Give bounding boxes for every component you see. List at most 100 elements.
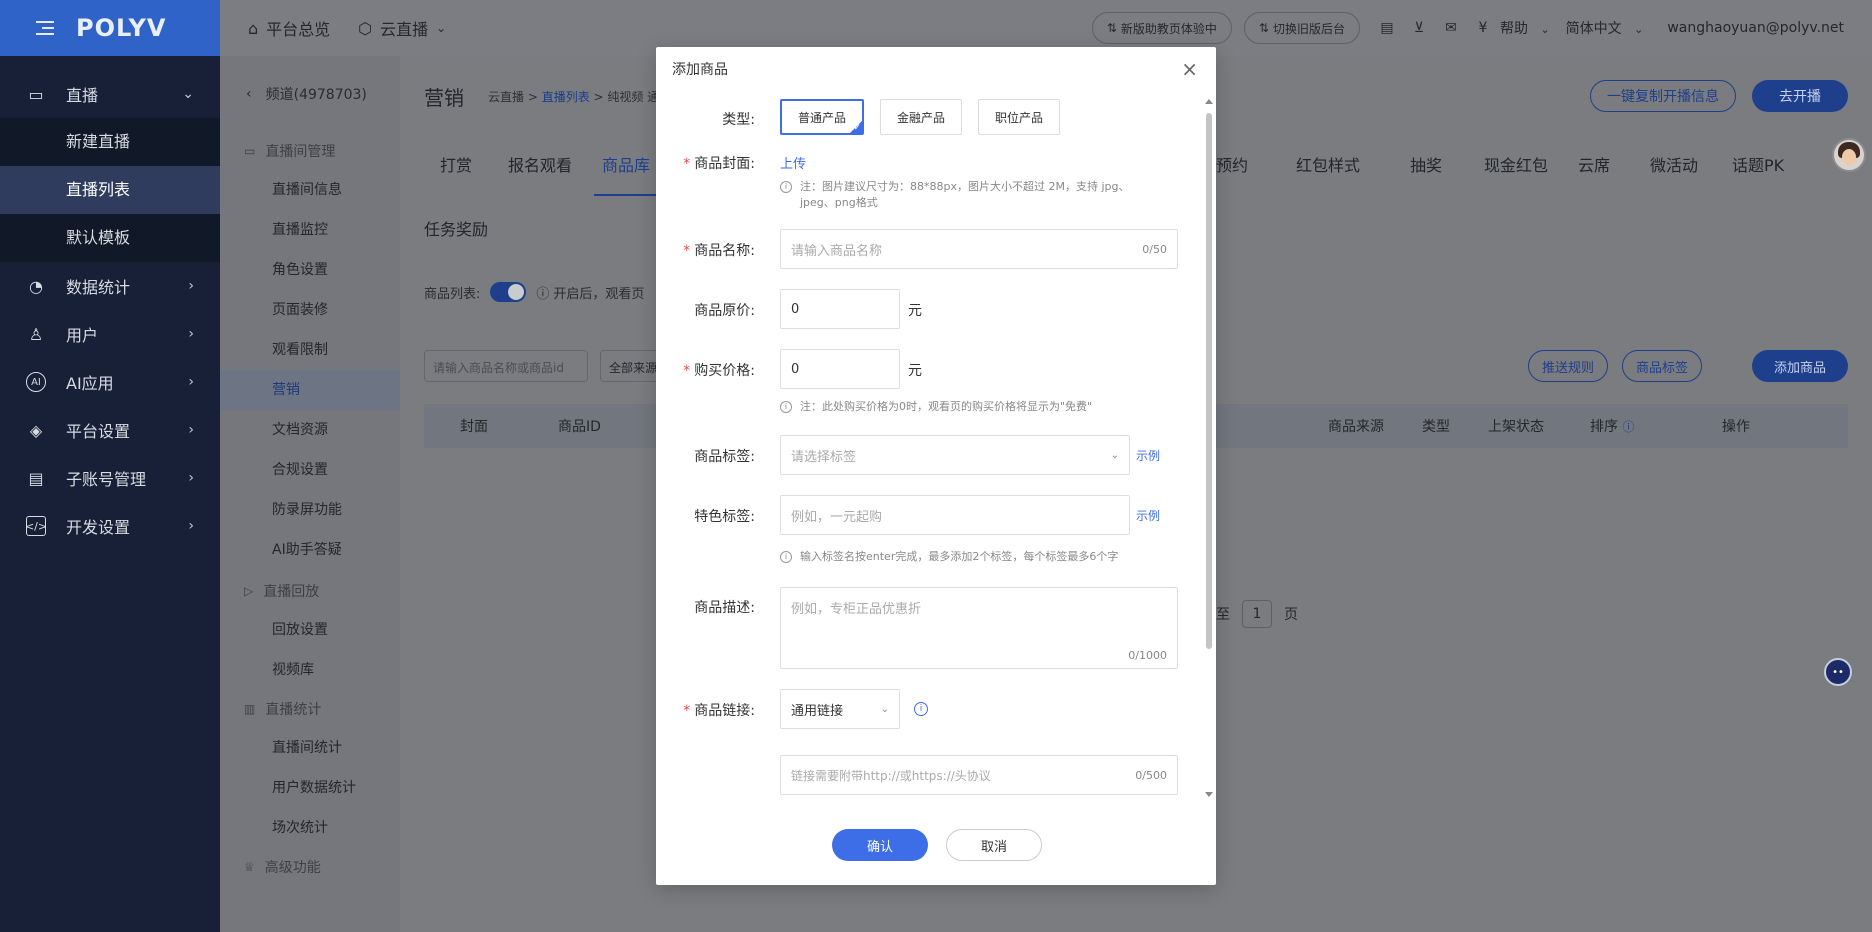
page-input[interactable]: 1 (1242, 600, 1272, 628)
breadcrumb-root[interactable]: 云直播 > (488, 90, 542, 104)
nav-live[interactable]: ▭ 直播 ⌄ (0, 70, 220, 118)
cloud-live-menu[interactable]: ⬡ 云直播 ⌄ (358, 16, 446, 40)
scroll-down-icon[interactable] (1205, 792, 1213, 797)
tab-micro-activity[interactable]: 微活动 (1650, 146, 1698, 196)
col-type: 类型 (1422, 419, 1450, 435)
breadcrumb-live-list[interactable]: 直播列表 (542, 90, 590, 104)
ss-item-playback-settings[interactable]: 回放设置 (220, 610, 400, 650)
goods-search-input[interactable]: 请输入商品名称或商品id (424, 350, 588, 382)
channel-back[interactable]: ‹ 频道(4978703) (220, 56, 400, 132)
scroll-up-icon[interactable] (1205, 99, 1213, 104)
tab-goods[interactable]: 商品库 (594, 146, 659, 196)
nav-sub-live-list[interactable]: 直播列表 (0, 166, 220, 214)
original-price-input[interactable]: 0 (780, 289, 900, 329)
ss-item-documents[interactable]: 文档资源 (220, 410, 400, 450)
modal-scrollbar[interactable] (1204, 99, 1214, 797)
goods-tag-button[interactable]: 商品标签 (1622, 350, 1702, 382)
chevron-right-icon: › (188, 278, 194, 294)
upload-link[interactable]: 上传 (780, 153, 806, 172)
nav-subaccounts[interactable]: ▤ 子账号管理 › (0, 454, 220, 502)
brand-logo[interactable]: POLYV (76, 14, 167, 42)
link-type-select[interactable]: 通用链接 ⌄ (780, 689, 900, 729)
nav-sub-new-live[interactable]: 新建直播 (0, 118, 220, 166)
ss-item-monitor[interactable]: 直播监控 (220, 210, 400, 250)
ss-item-restriction[interactable]: 观看限制 (220, 330, 400, 370)
close-icon[interactable]: × (1181, 57, 1198, 81)
nav-users[interactable]: ♙ 用户 › (0, 310, 220, 358)
source-select[interactable]: 全部来源 (600, 350, 660, 382)
ss-item-ai-assistant[interactable]: AI助手答疑 (220, 530, 400, 570)
ss-item-room-stats[interactable]: 直播间统计 (220, 728, 400, 768)
document-icon[interactable]: ▤ (1378, 19, 1396, 37)
row-link: * 商品链接: 通用链接 ⌄ i (656, 689, 1201, 729)
link-url-input[interactable]: 链接需要附带http://或https://头协议 0/500 (780, 755, 1178, 795)
ss-item-decoration[interactable]: 页面装修 (220, 290, 400, 330)
tab-topic-pk[interactable]: 话题PK (1732, 146, 1784, 196)
feature-tag-placeholder: 例如，一元起购 (791, 509, 883, 525)
mail-icon[interactable]: ✉ (1442, 19, 1460, 37)
buy-price-label: * 购买价格: (683, 363, 755, 379)
push-rule-button[interactable]: 推送规则 (1528, 350, 1608, 382)
info-icon[interactable]: i (914, 702, 928, 716)
goods-tag-select[interactable]: 请选择标签 ⌄ (780, 435, 1130, 475)
nav-dev-settings[interactable]: </> 开发设置 › (0, 502, 220, 550)
ss-item-video-library[interactable]: 视频库 (220, 650, 400, 690)
buy-price-input[interactable]: 0 (780, 349, 900, 389)
help-menu[interactable]: 帮助 ⌄ (1500, 18, 1550, 38)
tab-redpacket-style[interactable]: 红包样式 (1296, 146, 1360, 196)
type-normal-button[interactable]: 普通产品 ✓ (780, 99, 864, 135)
new-experience-button[interactable]: ⇅ 新版助教页体验中 (1091, 12, 1232, 44)
feature-example-link[interactable]: 示例 (1136, 507, 1160, 524)
language-menu[interactable]: 简体中文 ⌄ (1566, 18, 1644, 38)
section-title: 任务奖励 (424, 220, 489, 239)
switch-old-button[interactable]: ⇅ 切换旧版后台 (1243, 12, 1360, 44)
tab-reserve[interactable]: 预约 (1216, 146, 1248, 196)
tag-example-link[interactable]: 示例 (1136, 447, 1160, 464)
nav-sub-default-template[interactable]: 默认模板 (0, 214, 220, 262)
ss-item-compliance[interactable]: 合规设置 (220, 450, 400, 490)
nav-users-label: 用户 (66, 326, 99, 345)
goods-list-toggle[interactable] (490, 282, 527, 302)
tab-reward[interactable]: 打赏 (440, 146, 472, 196)
orig-price-label: 商品原价: (694, 303, 755, 319)
ss-item-session-stats[interactable]: 场次统计 (220, 808, 400, 848)
robot-helper-icon[interactable]: •• (1824, 658, 1852, 686)
pie-chart-icon: ◔ (29, 276, 43, 296)
type-job-button[interactable]: 职位产品 (978, 99, 1060, 135)
info-icon: ⓘ (536, 286, 550, 302)
cancel-button[interactable]: 取消 (946, 829, 1042, 861)
chevron-down-icon: ⌄ (1110, 449, 1119, 461)
goods-name-input[interactable]: 请输入商品名称 0/50 (780, 229, 1178, 269)
nav-ai[interactable]: AI AI应用 › (0, 358, 220, 406)
assistant-avatar[interactable] (1832, 138, 1866, 172)
info-icon[interactable]: ⓘ (1622, 420, 1634, 434)
add-goods-button[interactable]: 添加商品 (1752, 350, 1848, 382)
nav-platform-settings[interactable]: ◈ 平台设置 › (0, 406, 220, 454)
confirm-button[interactable]: 确认 (832, 829, 928, 861)
user-account[interactable]: wanghaoyuan@polyv.net (1667, 20, 1844, 36)
ss-item-room-info[interactable]: 直播间信息 (220, 170, 400, 210)
type-finance-button[interactable]: 金融产品 (880, 99, 962, 135)
feature-tag-input[interactable]: 例如，一元起购 (780, 495, 1130, 535)
row-original-price: 商品原价: 0 元 (656, 289, 1201, 329)
copy-info-button[interactable]: 一键复制开播信息 (1590, 80, 1736, 112)
pager-unit-label: 页 (1284, 607, 1298, 623)
nav-statistics[interactable]: ◔ 数据统计 › (0, 262, 220, 310)
row-feature-tag: 特色标签: 例如，一元起购 示例 i 输入标签名按enter完成，最多添加2个标… (656, 495, 1201, 563)
scroll-thumb[interactable] (1206, 113, 1212, 649)
ss-item-user-stats[interactable]: 用户数据统计 (220, 768, 400, 808)
tab-signup[interactable]: 报名观看 (508, 146, 572, 196)
tab-cloud-seat[interactable]: 云席 (1578, 146, 1610, 196)
menu-toggle-icon[interactable] (36, 21, 54, 35)
goods-desc-textarea[interactable]: 例如，专柜正品优惠折 0/1000 (780, 587, 1178, 669)
platform-overview-link[interactable]: ⌂ 平台总览 (248, 16, 330, 40)
download-icon[interactable]: ⊻ (1410, 19, 1428, 37)
ss-item-marketing[interactable]: 营销 (220, 370, 400, 410)
ss-item-anti-record[interactable]: 防录屏功能 (220, 490, 400, 530)
currency-icon[interactable]: ¥ (1474, 19, 1492, 37)
user-icon: ♙ (28, 324, 44, 344)
tab-lottery[interactable]: 抽奖 (1410, 146, 1442, 196)
ss-item-roles[interactable]: 角色设置 (220, 250, 400, 290)
tab-cash-redpacket[interactable]: 现金红包 (1484, 146, 1548, 196)
start-live-button[interactable]: 去开播 (1752, 80, 1848, 112)
